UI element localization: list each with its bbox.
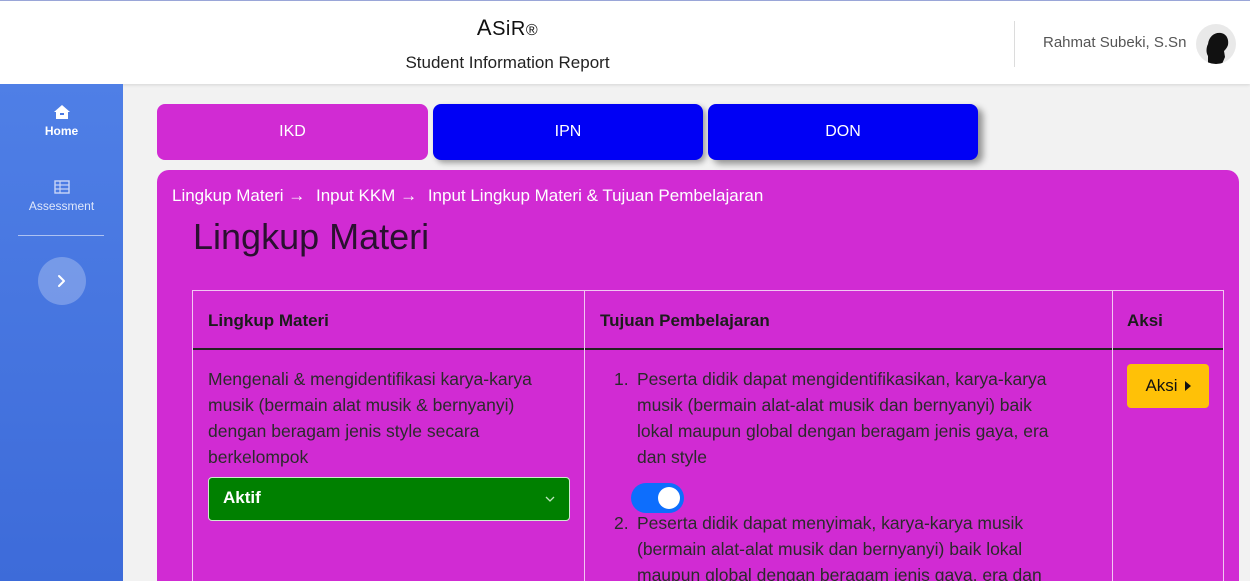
top-header: ASiR® Student Information Report Rahmat … (0, 0, 1250, 84)
cell-line: dengan beragam jenis style secara (208, 421, 480, 441)
home-icon (53, 105, 70, 119)
sidebar-item-label: Home (44, 124, 79, 138)
cell-line: (bermain alat-alat musik dan bernyanyi) … (637, 539, 1023, 559)
cell-line: maupun global dengan beragam jenis gaya,… (637, 565, 1042, 581)
cell-line: Mengenali & mengidentifikasi karya-karya (208, 369, 532, 389)
aksi-button[interactable]: Aksi (1127, 364, 1209, 408)
brand-initial: A (476, 15, 493, 40)
sidebar: Home Assessment (0, 84, 123, 581)
tab-don[interactable]: DON (708, 104, 978, 160)
cell-line: Peserta didik dapat menyimak, karya-kary… (637, 513, 1024, 533)
list-number: 2. (614, 513, 629, 533)
tujuan-item-1: Peserta didik dapat mengidentifikasikan,… (637, 366, 1049, 470)
user-silhouette-icon (1206, 32, 1229, 64)
status-select[interactable]: Aktif (208, 477, 570, 521)
cell-line: lokal maupun global dengan beragam jenis… (637, 421, 1049, 441)
content-panel: Lingkup Materi → Input KKM → Input Lingk… (157, 170, 1239, 581)
tab-ipn[interactable]: IPN (433, 104, 703, 160)
cell-line: musik (bermain alat-alat musik dan berny… (637, 395, 1032, 415)
breadcrumb-item-lingkup-materi[interactable]: Lingkup Materi → (172, 186, 305, 205)
cell-line: dan style (637, 447, 708, 467)
toggle-knob (658, 487, 680, 509)
sidebar-item-label: Assessment (28, 199, 95, 213)
chevron-down-icon (545, 496, 555, 502)
caret-right-icon (1184, 381, 1191, 391)
brand-registered-mark: ® (525, 22, 539, 39)
column-header-aksi: Aksi (1127, 311, 1163, 330)
brand-name: SiR (492, 18, 526, 40)
sidebar-divider (18, 235, 104, 236)
table-cell-lingkup-materi: Mengenali & mengidentifikasi karya-karya… (208, 366, 532, 470)
column-header-lingkup-materi: Lingkup Materi (208, 311, 329, 330)
header-divider (1014, 21, 1015, 67)
table-border-left (192, 290, 193, 581)
avatar[interactable] (1196, 24, 1236, 64)
breadcrumb: Lingkup Materi → Input KKM → Input Lingk… (172, 186, 769, 206)
breadcrumb-item-current[interactable]: Input Lingkup Materi & Tujuan Pembelajar… (428, 186, 763, 205)
cell-line: berkelompok (208, 447, 309, 467)
column-header-tujuan-pembelajaran: Tujuan Pembelajaran (600, 311, 770, 330)
table-icon (53, 180, 70, 194)
chevron-right-icon (58, 275, 65, 287)
sidebar-toggle-button[interactable] (38, 257, 86, 305)
page-title: Lingkup Materi (193, 216, 430, 257)
tab-ikd[interactable]: IKD (157, 104, 428, 160)
app-subtitle: Student Information Report (405, 53, 610, 72)
user-name[interactable]: Rahmat Subeki, S.Sn (1043, 34, 1186, 51)
table-border-right (1223, 290, 1224, 581)
sidebar-item-assessment[interactable]: Assessment (0, 179, 123, 213)
breadcrumb-item-input-kkm[interactable]: Input KKM → (316, 186, 417, 205)
table-column-divider (584, 290, 585, 581)
tujuan-item-2: Peserta didik dapat menyimak, karya-kary… (637, 510, 1042, 581)
cell-line: musik (bermain alat musik & bernyanyi) (208, 395, 515, 415)
status-select-value: Aktif (223, 488, 261, 507)
tujuan-active-toggle[interactable] (631, 483, 684, 513)
sidebar-item-home[interactable]: Home (0, 104, 123, 138)
table-column-divider (1112, 290, 1113, 581)
cell-line: Peserta didik dapat mengidentifikasikan,… (637, 369, 1047, 389)
app-brand: ASiR® (0, 15, 1015, 41)
list-number: 1. (614, 369, 629, 389)
aksi-button-label: Aksi (1145, 376, 1178, 395)
